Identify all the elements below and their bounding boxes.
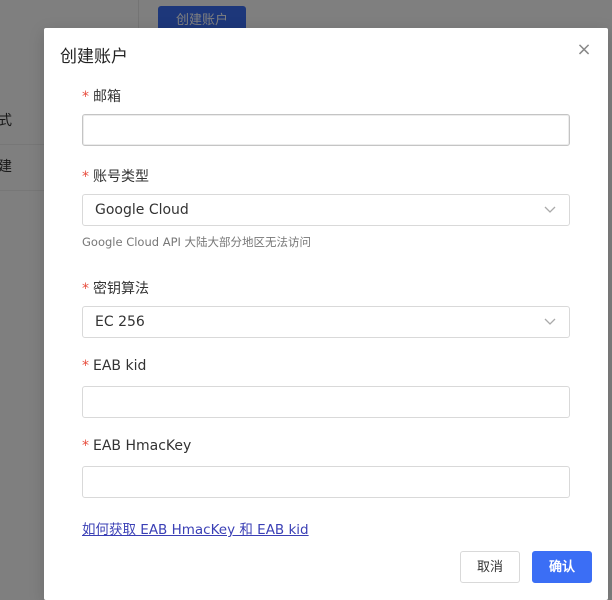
required-mark: * — [82, 281, 89, 297]
required-mark: * — [82, 169, 89, 185]
key-algorithm-select[interactable]: EC 256 — [82, 306, 570, 338]
key-algorithm-value: EC 256 — [95, 314, 145, 330]
chevron-down-icon — [544, 318, 556, 325]
eab-kid-field[interactable] — [82, 386, 570, 418]
key-algorithm-label-text: 密钥算法 — [93, 281, 149, 297]
cancel-button[interactable]: 取消 — [460, 551, 520, 583]
create-account-dialog: 创建账户 × * 邮箱 * 账号类型 Google Cloud Google Clo… — [44, 28, 608, 600]
dialog-title: 创建账户 — [60, 47, 128, 67]
email-label-text: 邮箱 — [93, 89, 121, 105]
eab-hmackey-label: * EAB HmacKey — [82, 438, 191, 454]
account-type-select[interactable]: Google Cloud — [82, 194, 570, 226]
page: 式 建 创建账户 创建账户 × *邮箱 *账号类型 Google Cloud G… — [0, 0, 612, 600]
eab-hmackey-label-text: EAB HmacKey — [93, 438, 192, 454]
key-algorithm-label: * 密钥算法 — [82, 278, 149, 298]
email-label: * 邮箱 — [82, 86, 121, 106]
close-icon[interactable]: × — [574, 40, 594, 60]
account-type-value: Google Cloud — [95, 202, 189, 218]
eab-kid-label-text: EAB kid — [93, 358, 147, 374]
required-mark: * — [82, 358, 89, 374]
account-type-label: * 账号类型 — [82, 166, 149, 186]
eab-help-link[interactable]: 如何获取 EAB HmacKey 和 EAB kid — [82, 518, 309, 538]
email-field[interactable] — [82, 114, 570, 146]
required-mark: * — [82, 438, 89, 454]
eab-hmackey-field[interactable] — [82, 466, 570, 498]
account-type-hint: Google Cloud API 大陆大部分地区无法访问 — [82, 235, 312, 249]
chevron-down-icon — [544, 206, 556, 213]
confirm-button[interactable]: 确认 — [532, 551, 592, 583]
account-type-label-text: 账号类型 — [93, 169, 149, 185]
required-mark: * — [82, 89, 89, 105]
eab-kid-label: * EAB kid — [82, 358, 146, 374]
